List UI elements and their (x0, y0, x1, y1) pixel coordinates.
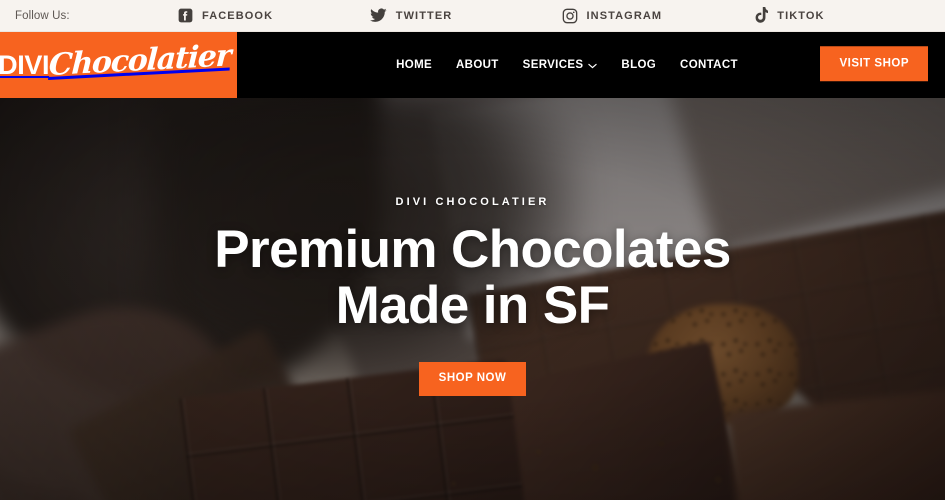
nav-label-contact: CONTACT (680, 59, 738, 71)
social-link-twitter[interactable]: TWITTER (369, 8, 562, 23)
logo-text: DIVI Chocolatier (0, 38, 231, 83)
logo-primary-text: DIVI (0, 50, 50, 80)
hero-eyebrow: DIVI CHOCOLATIER (395, 196, 550, 209)
social-label-instagram: INSTAGRAM (586, 9, 663, 22)
hero-headline: Premium Chocolates Made in SF (214, 220, 731, 336)
nav-item-home[interactable]: HOME (384, 59, 444, 71)
social-topbar: Follow Us: FACEBOOK TWITTER INSTAGRAM TI… (0, 0, 945, 32)
logo-script-text: Chocolatier (47, 38, 232, 84)
nav-label-blog: BLOG (621, 59, 657, 71)
nav-label-services: SERVICES (522, 59, 584, 71)
hero-section: DIVI CHOCOLATIER Premium Chocolates Made… (0, 98, 945, 500)
site-logo[interactable]: DIVI Chocolatier (0, 32, 237, 98)
hero-headline-line2: Made in SF (335, 276, 610, 336)
facebook-icon (178, 8, 193, 23)
nav-label-home: HOME (396, 59, 433, 71)
social-label-twitter: TWITTER (395, 9, 453, 22)
twitter-icon (369, 8, 387, 23)
visit-shop-button[interactable]: VISIT SHOP (820, 45, 928, 82)
social-link-tiktok[interactable]: TIKTOK (753, 7, 945, 24)
main-navigation: HOME ABOUT SERVICES BLOG CONTACT (213, 59, 921, 71)
nav-item-blog[interactable]: BLOG (609, 59, 668, 71)
tiktok-icon (753, 7, 769, 24)
chevron-down-icon (588, 60, 598, 72)
nav-label-about: ABOUT (456, 59, 499, 71)
social-label-tiktok: TIKTOK (777, 9, 825, 22)
follow-us-label: Follow Us: (15, 9, 70, 22)
nav-item-services[interactable]: SERVICES (511, 59, 610, 71)
page-root: Follow Us: FACEBOOK TWITTER INSTAGRAM TI… (0, 0, 945, 500)
site-header: DIVI Chocolatier HOME ABOUT SERVICES BLO (0, 32, 945, 98)
shop-now-button[interactable]: SHOP NOW (418, 362, 527, 396)
hero-content: DIVI CHOCOLATIER Premium Chocolates Made… (0, 98, 945, 500)
nav-item-contact[interactable]: CONTACT (668, 59, 750, 71)
social-label-facebook: FACEBOOK (202, 9, 274, 22)
hero-headline-line1: Premium Chocolates (214, 220, 731, 280)
social-links-list: FACEBOOK TWITTER INSTAGRAM TIKTOK (178, 7, 945, 24)
social-link-facebook[interactable]: FACEBOOK (178, 8, 370, 23)
social-link-instagram[interactable]: INSTAGRAM (562, 8, 754, 24)
instagram-icon (562, 8, 578, 24)
nav-item-about[interactable]: ABOUT (444, 59, 511, 71)
